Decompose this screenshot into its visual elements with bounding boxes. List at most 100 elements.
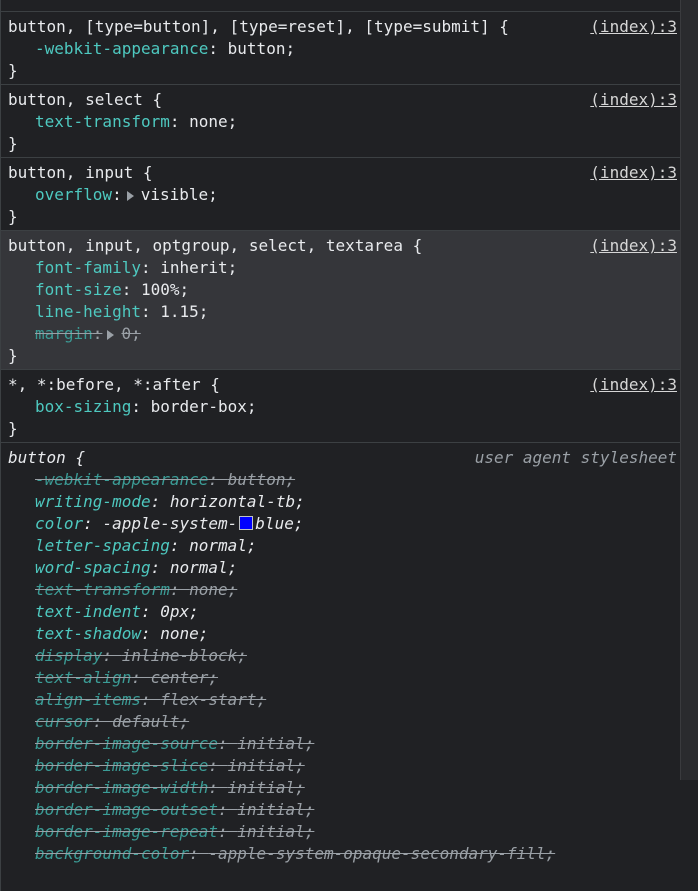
property-value[interactable]: none; [189,112,237,131]
expand-triangle-icon[interactable] [107,330,115,340]
selector-text[interactable]: button, input { [8,163,153,182]
property-name: border-image-width [35,778,209,797]
declaration[interactable]: text-transform: none; [8,111,681,133]
property-value: initial; [237,822,315,841]
property-name[interactable]: font-family [35,258,141,277]
colon: : [208,39,228,58]
closing-brace: } [8,346,18,365]
declaration-overridden[interactable]: margin: 0; [8,323,681,345]
declaration[interactable]: overflow: visible; [8,184,681,206]
property-value: initial; [227,778,305,797]
css-rule: button, input { (index):3 overflow: visib… [1,157,681,230]
declaration[interactable]: -webkit-appearance: button; [8,38,681,60]
declaration[interactable]: font-family: inherit; [8,257,681,279]
source-link[interactable]: (index):3 [590,88,677,111]
declaration[interactable]: box-sizing: border-box; [8,396,681,418]
declaration: word-spacing: normal; [8,557,681,579]
declaration-overridden: text-align: center; [8,667,681,689]
property-name: text-transform [35,580,170,599]
rule-selector[interactable]: button, [type=button], [type=reset], [ty… [8,15,681,38]
declaration[interactable]: font-size: 100%; [8,279,681,301]
property-name[interactable]: -webkit-appearance [35,39,208,58]
property-value[interactable]: 1.15; [160,302,208,321]
closing-brace: } [8,61,18,80]
selector-text: button { [8,448,86,467]
selector-text[interactable]: button, [type=button], [type=reset], [ty… [8,17,509,36]
declaration: text-shadow: none; [8,623,681,645]
source-link[interactable]: (index):3 [590,15,677,38]
property-value[interactable]: 100%; [141,280,189,299]
colon: : [169,536,190,555]
css-rule-highlighted: button, input, optgroup, select, textare… [1,230,681,369]
source-link[interactable]: (index):3 [590,234,677,257]
scrollbar-thumb[interactable] [680,0,698,780]
colon: : [83,514,103,533]
property-name: align-items [35,690,141,709]
declaration-overridden: border-image-outset: initial; [8,799,681,821]
property-value[interactable]: button; [228,39,295,58]
closing-brace: } [8,419,18,438]
property-name: text-indent [35,602,141,621]
declaration[interactable]: line-height: 1.15; [8,301,681,323]
property-name: background-color [35,844,190,863]
styles-pane: button, [type=button], [type=reset], [ty… [0,0,681,891]
property-value: blue; [255,514,304,533]
rule-selector[interactable]: button, select { [8,88,681,111]
property-value[interactable]: border-box; [151,397,257,416]
property-name[interactable]: line-height [35,302,141,321]
expand-triangle-icon[interactable] [126,191,134,201]
colon: : [169,112,190,131]
colon: : [218,800,238,819]
declaration-overridden: border-image-width: initial; [8,777,681,799]
selector-text[interactable]: *, *:before, *:after { [8,375,220,394]
declaration: writing-mode: horizontal-tb; [8,491,681,513]
colon: : [218,734,238,753]
property-value: initial; [237,734,315,753]
property-value: normal; [189,536,257,555]
colon: : [112,185,122,204]
property-name[interactable]: overflow [35,185,112,204]
property-value: none; [189,580,238,599]
property-value: button; [227,470,296,489]
color-swatch[interactable] [239,516,254,530]
colon: : [102,646,122,665]
property-name[interactable]: font-size [35,280,122,299]
property-name: border-image-repeat [35,822,219,841]
property-value: initial; [227,756,305,775]
property-value: horizontal-tb; [169,492,305,511]
scrollbar-track[interactable] [680,0,698,891]
closing-brace: } [8,134,18,153]
colon: : [208,778,228,797]
property-value: normal; [169,558,238,577]
property-name[interactable]: margin [35,324,93,343]
selector-text[interactable]: button, select { [8,90,162,109]
source-link[interactable]: (index):3 [590,161,677,184]
colon: : [208,470,228,489]
colon: : [131,668,151,687]
property-name: -webkit-appearance [35,470,209,489]
property-value[interactable]: visible; [141,185,218,204]
property-name[interactable]: box-sizing [35,397,131,416]
property-name: border-image-outset [35,800,219,819]
property-value: -apple-system- [102,514,238,533]
property-name: border-image-slice [35,756,209,775]
declaration-overridden: text-transform: none; [8,579,681,601]
property-value[interactable]: 0; [121,324,140,343]
rule-selector[interactable]: *, *:before, *:after { [8,373,681,396]
colon: : [140,624,161,643]
declaration: color: -apple-system-blue; [8,513,681,535]
property-name: word-spacing [35,558,151,577]
colon: : [140,690,161,709]
declaration-overridden: display: inline-block; [8,645,681,667]
property-name: color [35,514,84,533]
user-agent-rule: button { user agent stylesheet -webkit-a… [1,442,681,867]
property-name: writing-mode [35,492,151,511]
declaration: text-indent: 0px; [8,601,681,623]
selector-text[interactable]: button, input, optgroup, select, textare… [8,236,422,255]
rule-selector[interactable]: button, input, optgroup, select, textare… [8,234,681,257]
property-value[interactable]: inherit; [160,258,237,277]
property-name[interactable]: text-transform [35,112,170,131]
rule-selector[interactable]: button, input { [8,161,681,184]
colon: : [150,558,170,577]
source-link[interactable]: (index):3 [590,373,677,396]
